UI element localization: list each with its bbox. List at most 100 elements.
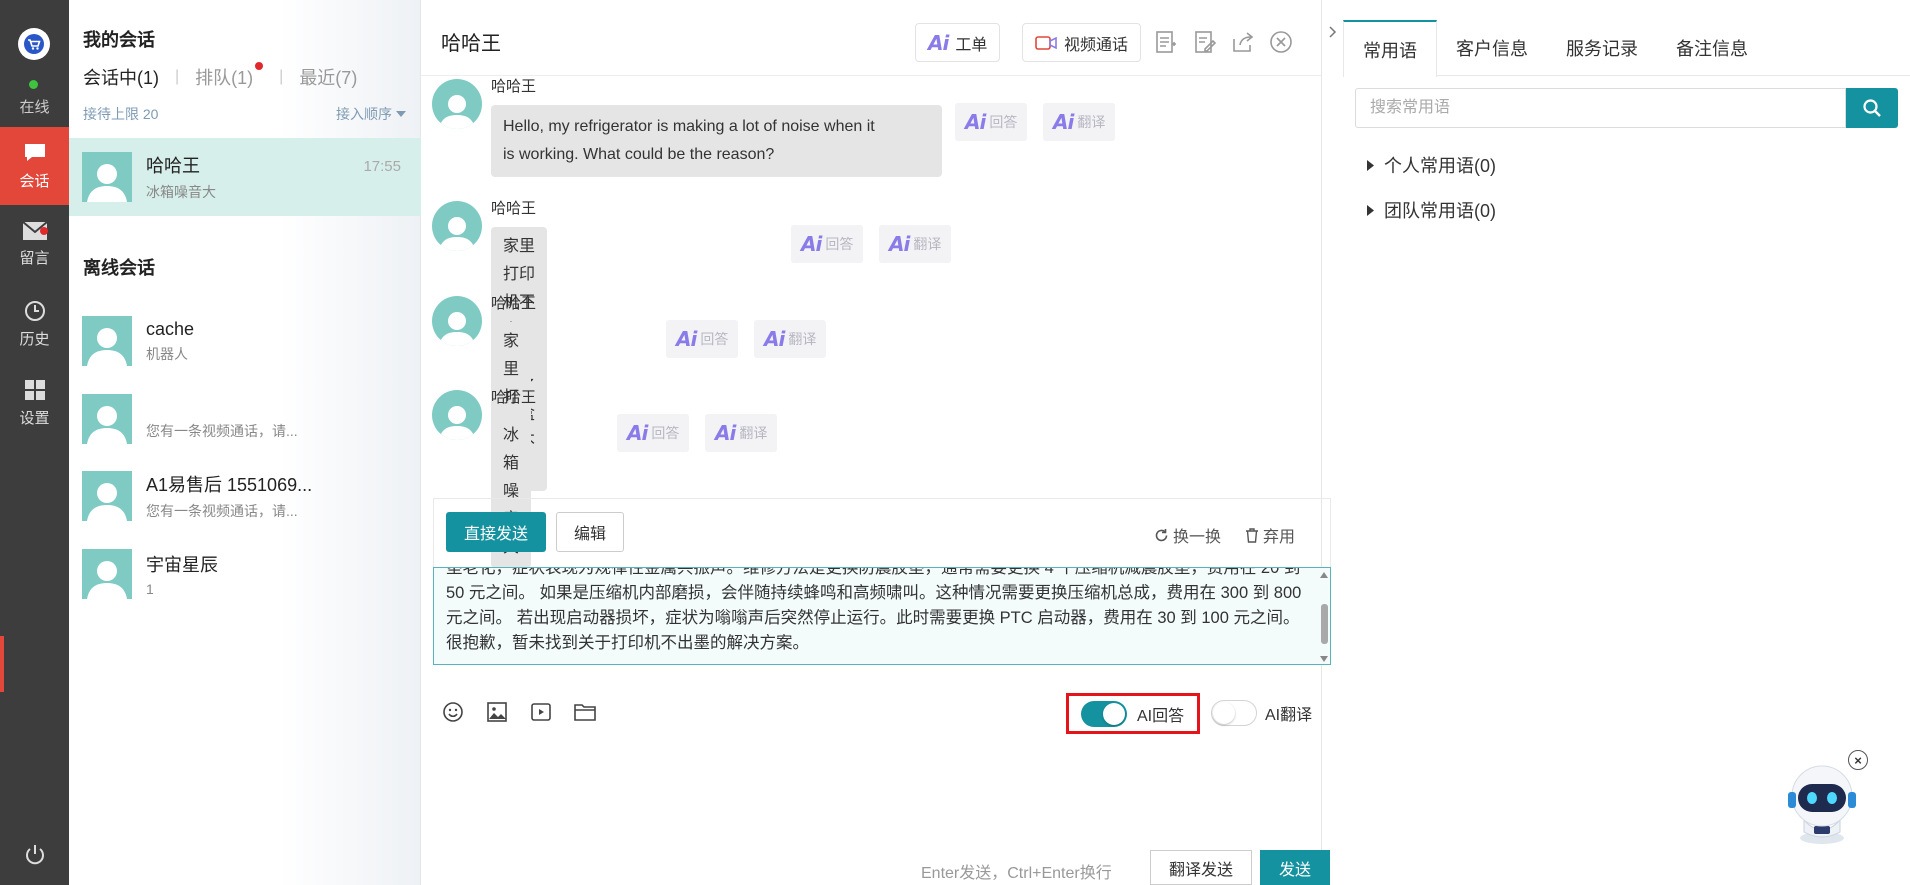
avatar: [82, 316, 132, 366]
shopping-cart-logo-icon[interactable]: [18, 28, 50, 60]
caret-right-icon: [1367, 159, 1374, 171]
message-bubble: Hello, my refrigerator is making a lot o…: [491, 105, 942, 177]
ai-reply-label: AI回答: [1137, 707, 1185, 725]
session-name: cache: [146, 318, 195, 339]
session-list-panel: 我的会话 会话中(1) | 排队(1) | 最近(7) 接待上限 20 接入顺序…: [69, 0, 421, 885]
robot-close-button[interactable]: ×: [1848, 750, 1868, 770]
clock-icon: [24, 300, 45, 321]
session-item[interactable]: 您有一条视频通话，请...: [69, 380, 421, 458]
message-sender: 哈哈王: [491, 200, 537, 217]
edit-button[interactable]: 编辑: [556, 512, 624, 552]
session-name: A1易售后 1551069...: [146, 475, 313, 495]
ai-reply-switch[interactable]: [1081, 700, 1127, 727]
ai-answer-button[interactable]: Ai 回答: [791, 225, 864, 263]
avatar: [82, 394, 132, 444]
rail-item-message[interactable]: 留言: [0, 205, 69, 283]
image-icon[interactable]: [485, 700, 509, 724]
search-button[interactable]: [1846, 88, 1898, 128]
ai-answer-button[interactable]: Ai 回答: [955, 103, 1028, 141]
side-drag-handle[interactable]: [0, 636, 4, 692]
session-name: 哈哈王: [146, 156, 200, 176]
reception-limit: 接待上限 20: [83, 106, 159, 122]
left-rail: 在线 会话 留言 历史 设置: [0, 0, 69, 885]
tab-customer-info[interactable]: 客户信息: [1437, 20, 1547, 76]
collapse-right-panel-icon[interactable]: [1326, 18, 1340, 46]
tab-service-records[interactable]: 服务记录: [1547, 20, 1657, 76]
tab-common-phrases[interactable]: 常用语: [1343, 20, 1437, 77]
tab-recent[interactable]: 最近(7): [299, 64, 357, 90]
chat-panel: 哈哈王 Ai 工单 视频通话 哈哈王 Hello, my refrigerato…: [421, 0, 1343, 885]
search-icon: [1863, 99, 1881, 117]
ai-answer-button[interactable]: Ai 回答: [617, 414, 690, 452]
rail-item-label: 会话: [19, 172, 50, 190]
ai-translate-label: AI翻译: [1265, 707, 1313, 724]
ai-ticket-button[interactable]: Ai 工单: [915, 23, 1001, 62]
online-status-dot: [29, 80, 38, 89]
refresh-icon: [1155, 528, 1168, 541]
session-item[interactable]: cache 机器人: [69, 302, 421, 380]
session-item[interactable]: 宇宙星辰 1: [69, 535, 421, 613]
ai-answer-button[interactable]: Ai 回答: [666, 320, 739, 358]
folder-personal-phrases[interactable]: 个人常用语(0): [1367, 152, 1496, 178]
refresh-suggestion-button[interactable]: 换一换: [1154, 523, 1221, 547]
share-icon[interactable]: [1229, 28, 1257, 56]
video-call-button[interactable]: 视频通话: [1022, 23, 1142, 62]
session-tabs: 会话中(1) | 排队(1) | 最近(7): [83, 62, 357, 90]
power-icon[interactable]: [0, 830, 69, 880]
scrollbar-thumb[interactable]: [1321, 604, 1328, 644]
folder-icon[interactable]: [573, 700, 597, 724]
grid-icon: [24, 379, 45, 400]
emoji-icon[interactable]: [441, 700, 465, 724]
message-sender: 哈哈王: [491, 78, 537, 95]
discard-suggestion-button[interactable]: 弃用: [1245, 523, 1295, 547]
session-item[interactable]: 哈哈王 冰箱噪音大 17:55: [69, 138, 421, 216]
phrase-search-input[interactable]: [1355, 88, 1846, 128]
chat-header: 哈哈王 Ai 工单 视频通话: [421, 0, 1321, 76]
offline-sessions-title: 离线会话: [83, 258, 155, 278]
ai-logo-icon: Ai: [928, 30, 949, 55]
rail-item-history[interactable]: 历史: [0, 285, 69, 363]
rail-item-label: 历史: [19, 330, 50, 348]
avatar: [82, 549, 132, 599]
compose-toolbar: [441, 700, 597, 724]
tab-notes[interactable]: 备注信息: [1657, 20, 1767, 76]
scrollbar[interactable]: [1318, 568, 1330, 664]
video-file-icon[interactable]: [529, 700, 553, 724]
session-item[interactable]: A1易售后 1551069... 您有一条视频通话，请...: [69, 457, 421, 535]
message-sender: 哈哈王: [491, 295, 537, 312]
tab-queue[interactable]: 排队(1): [195, 62, 264, 90]
avatar: [82, 152, 132, 202]
ai-translate-toggle: AI翻译: [1211, 700, 1312, 726]
rail-item-chat[interactable]: 会话: [0, 127, 69, 205]
avatar: [432, 201, 482, 251]
ai-suggestion-box: 直接发送 编辑 换一换 弃用 垫老化，症状表现为规律性金属共振声。维修方法是更换…: [433, 498, 1331, 665]
rail-item-label: 设置: [19, 409, 50, 427]
avatar: [432, 79, 482, 129]
translate-send-button[interactable]: 翻译发送: [1150, 850, 1252, 885]
edit-icon[interactable]: [1191, 28, 1219, 56]
trash-icon: [1246, 527, 1258, 543]
session-last-message: 1: [146, 581, 154, 597]
session-last-message: 您有一条视频通话，请...: [146, 503, 298, 519]
ai-translate-button[interactable]: Ai 翻译: [754, 320, 827, 358]
ai-translate-button[interactable]: Ai 翻译: [1043, 103, 1116, 141]
suggestion-textarea[interactable]: 垫老化，症状表现为规律性金属共振声。维修方法是更换防震胶垫，通常需要更换 4 个…: [433, 567, 1331, 665]
folder-team-phrases[interactable]: 团队常用语(0): [1367, 197, 1496, 223]
ai-translate-button[interactable]: Ai 翻译: [879, 225, 952, 263]
online-status-label[interactable]: 在线: [0, 96, 69, 117]
rail-item-settings[interactable]: 设置: [0, 364, 69, 442]
video-camera-icon: [1035, 35, 1057, 50]
ai-translate-switch[interactable]: [1211, 700, 1257, 726]
tab-in-session[interactable]: 会话中(1): [83, 64, 159, 90]
close-circle-icon[interactable]: [1267, 28, 1295, 56]
session-last-message: 您有一条视频通话，请...: [146, 423, 298, 439]
ai-reply-toggle-highlight: AI回答: [1066, 693, 1200, 734]
send-direct-button[interactable]: 直接发送: [446, 512, 546, 552]
notes-icon[interactable]: [1152, 28, 1180, 56]
avatar: [432, 296, 482, 346]
send-button[interactable]: 发送: [1260, 850, 1330, 885]
right-panel-tabs: 常用语 客户信息 服务记录 备注信息: [1343, 20, 1910, 77]
ai-translate-button[interactable]: Ai 翻译: [705, 414, 778, 452]
order-dropdown[interactable]: 接入顺序: [336, 104, 406, 124]
caret-down-icon: [396, 111, 406, 117]
